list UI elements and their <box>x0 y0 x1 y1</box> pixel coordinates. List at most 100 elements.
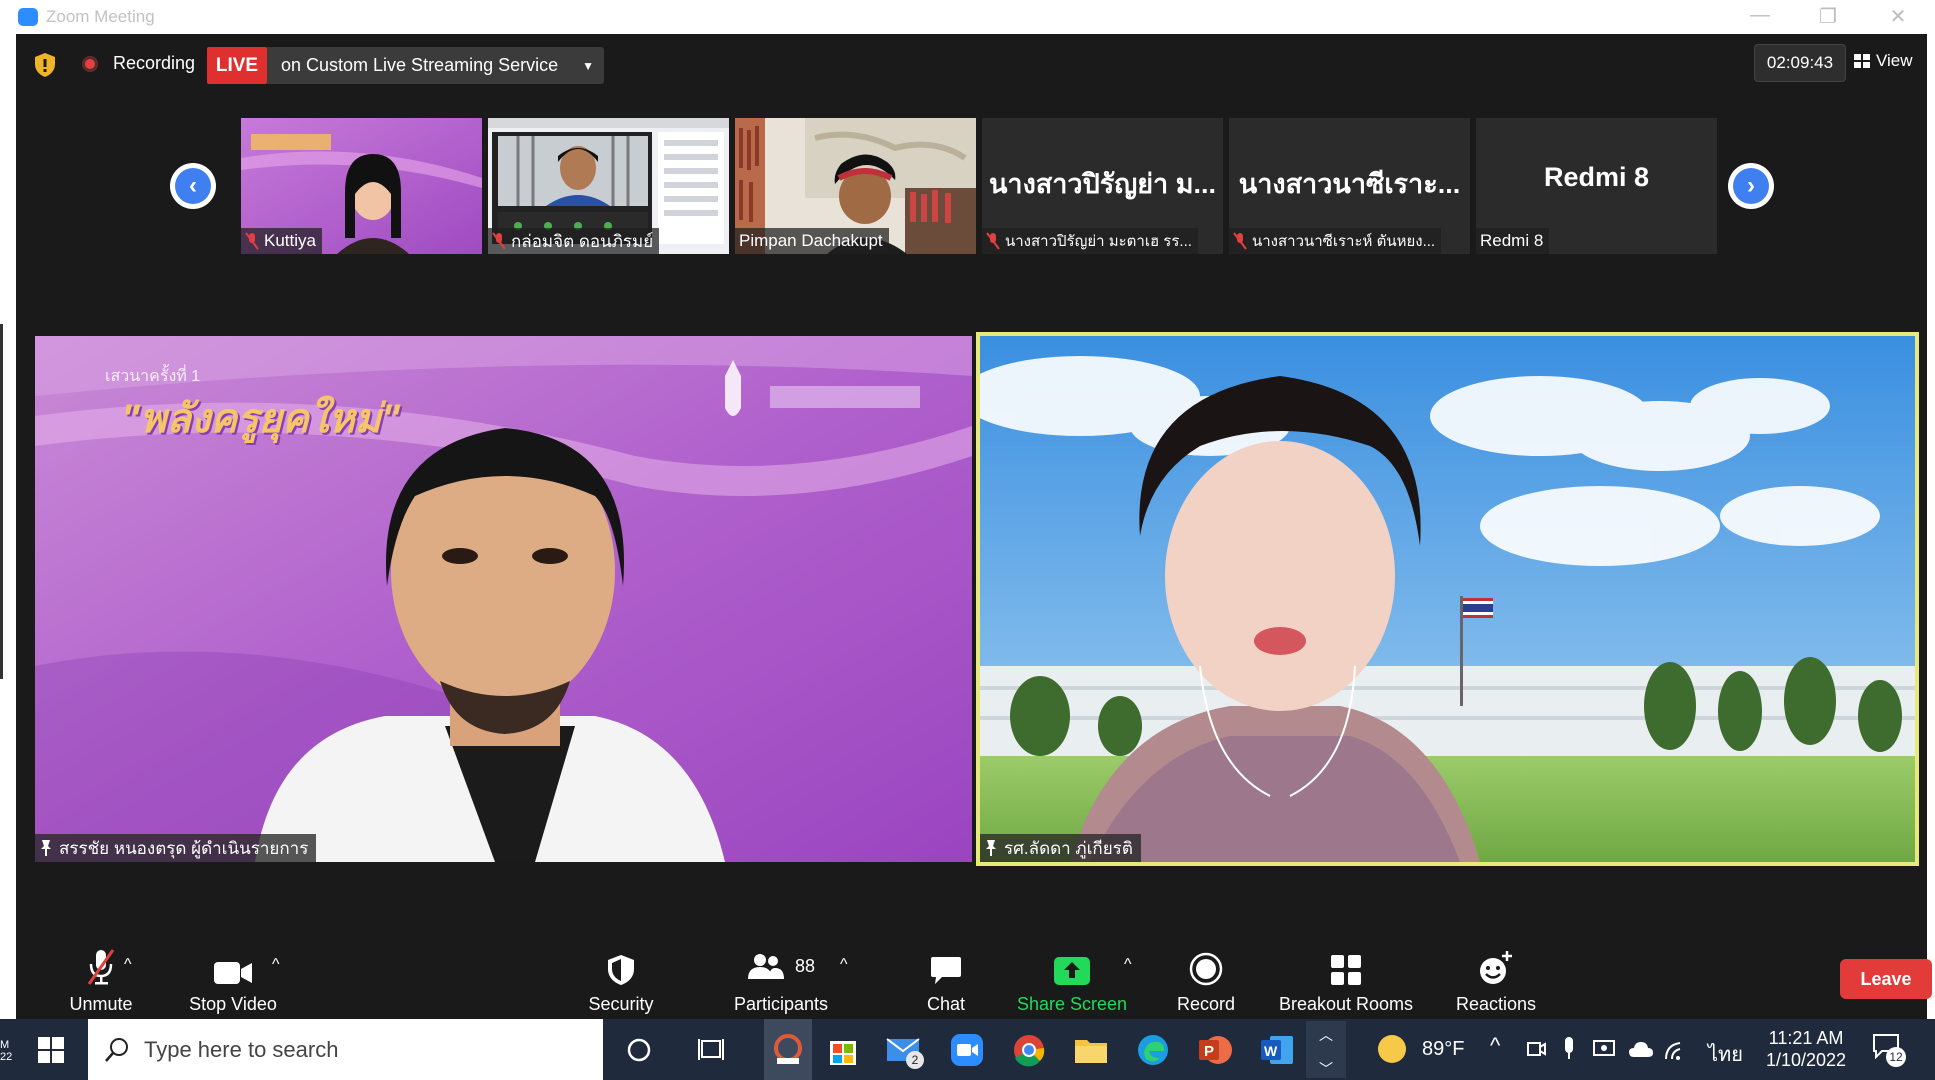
input-language-indicator[interactable]: ไทย <box>1708 1038 1743 1070</box>
mic-muted-icon <box>492 232 506 250</box>
record-label: Record <box>1176 994 1236 1014</box>
participant-thumbnail[interactable]: นางสาวปิรัญย่า ม... นางสาวปิรัญย่า มะตาเ… <box>982 118 1223 254</box>
chat-icon <box>931 957 961 984</box>
mic-muted-icon <box>1233 232 1247 250</box>
reactions-label: Reactions <box>1455 994 1537 1014</box>
background-window-edge-right <box>1927 34 1935 1019</box>
live-streaming-dropdown[interactable]: on Custom Live Streaming Service ▼ <box>267 47 604 84</box>
microphone-tray-icon[interactable] <box>1560 1035 1578 1063</box>
window-title: Zoom Meeting <box>46 7 155 26</box>
share-screen-button[interactable]: Share Screen <box>1002 946 1142 1026</box>
participant-thumbnail[interactable]: Redmi 8 Redmi 8 <box>1476 118 1717 254</box>
live-service-label: on Custom Live Streaming Service <box>281 55 559 75</box>
meeting-area: Recording LIVE on Custom Live Streaming … <box>16 34 1932 1019</box>
search-placeholder: Type here to search <box>144 1036 339 1062</box>
encryption-shield-icon[interactable] <box>34 52 56 78</box>
taskbar-search-box[interactable]: Type here to search <box>88 1019 603 1080</box>
windows-start-icon[interactable] <box>38 1037 64 1063</box>
svg-text:W: W <box>1264 1043 1278 1059</box>
onedrive-cloud-icon[interactable] <box>1628 1039 1654 1059</box>
participant-thumbnail[interactable]: Kuttiya <box>241 118 482 254</box>
next-page-button[interactable]: › <box>1728 163 1774 209</box>
participant-name: รศ.ลัดดา ภู่เกียรติ <box>1004 838 1133 858</box>
participant-name: นางสาวปิรัญย่า มะตาเฮ รร... <box>1005 233 1192 250</box>
participant-name-bar: Pimpan Dachakupt <box>735 228 889 254</box>
task-view-icon[interactable] <box>697 1036 725 1064</box>
video-tile-host[interactable]: เสวนาครั้งที่ 1 "พลังครูยุคใหม่" สรรชัย … <box>35 336 972 862</box>
previous-page-button[interactable]: ‹ <box>170 163 216 209</box>
security-button[interactable]: Security <box>566 946 676 1026</box>
close-button[interactable]: ✕ <box>1878 4 1918 30</box>
recording-label: Recording <box>113 53 196 73</box>
stop-video-label: Stop Video <box>189 994 277 1014</box>
file-explorer-icon[interactable] <box>1072 1031 1110 1069</box>
background-window-mark <box>0 324 3 679</box>
audio-options-caret[interactable]: ^ <box>124 956 132 974</box>
zoom-logo-icon <box>18 8 38 26</box>
share-options-caret[interactable]: ^ <box>1124 956 1132 974</box>
photos-app-icon[interactable] <box>764 1019 812 1080</box>
mic-muted-icon <box>986 232 1000 250</box>
participant-big-name: Redmi 8 <box>1543 162 1650 192</box>
notification-center-button[interactable]: 12 <box>1872 1033 1906 1067</box>
minimize-button[interactable]: — <box>1740 4 1780 30</box>
powerpoint-icon[interactable]: P <box>1196 1031 1234 1069</box>
meeting-timer: 02:09:43 <box>1754 44 1846 82</box>
unmute-button[interactable]: Unmute <box>46 946 156 1026</box>
windows-taskbar: M 22 Type here to search 2 P W ︿ ﹀ 89°F … <box>0 1019 1935 1080</box>
participant-name: กล่อมจิต ดอนภิรมย์ <box>511 231 654 251</box>
view-button[interactable]: View <box>1854 42 1934 80</box>
weather-temperature[interactable]: 89°F <box>1422 1038 1464 1061</box>
meet-now-icon[interactable] <box>1525 1037 1547 1061</box>
participant-video <box>980 336 1915 862</box>
chevron-right-icon: › <box>1733 168 1769 204</box>
taskbar-clock[interactable]: 11:21 AM 1/10/2022 <box>1758 1027 1854 1071</box>
chrome-icon[interactable] <box>1010 1031 1048 1069</box>
clock-date: 1/10/2022 <box>1765 1050 1847 1070</box>
participant-name: สรรชัย หนองตรุด ผู้ดำเนินรายการ <box>59 838 309 858</box>
participant-name-bar: สรรชัย หนองตรุด ผู้ดำเนินรายการ <box>35 834 317 862</box>
reactions-button[interactable]: Reactions <box>1436 946 1556 1026</box>
weather-sun-icon[interactable] <box>1378 1035 1406 1063</box>
wifi-icon[interactable] <box>1664 1037 1690 1061</box>
mail-icon[interactable]: 2 <box>884 1031 924 1069</box>
clock-time: 11:21 AM <box>1768 1028 1844 1048</box>
chat-button[interactable]: Chat <box>896 946 996 1026</box>
taskbar-overflow-scroller[interactable]: ︿ ﹀ <box>1306 1021 1346 1078</box>
breakout-rooms-icon <box>1331 955 1361 985</box>
display-tray-icon[interactable] <box>1592 1037 1616 1061</box>
participants-label: Participants <box>733 994 829 1014</box>
svg-text:P: P <box>1204 1043 1214 1060</box>
participant-name: Pimpan Dachakupt <box>739 231 883 250</box>
video-options-caret[interactable]: ^ <box>272 956 280 974</box>
cortana-icon[interactable] <box>625 1036 653 1064</box>
chevron-down-icon: ﹀ <box>1319 1061 1333 1077</box>
participant-thumbnail[interactable]: นางสาวนาซีเราะ... นางสาวนาซีเราะห์ ตันหย… <box>1229 118 1470 254</box>
mic-muted-icon <box>245 232 259 250</box>
participant-big-name: นางสาวนาซีเราะ... <box>1238 169 1461 199</box>
security-label: Security <box>588 994 654 1014</box>
title-bar: Zoom Meeting — ❐ ✕ <box>0 0 1935 34</box>
word-icon[interactable]: W <box>1258 1031 1296 1069</box>
participant-thumbnail[interactable]: กล่อมจิต ดอนภิรมย์ <box>488 118 729 254</box>
participants-button[interactable]: 88 Participants <box>706 946 856 1026</box>
breakout-rooms-label: Breakout Rooms <box>1278 994 1414 1014</box>
participant-name-bar: Redmi 8 <box>1476 228 1550 254</box>
participant-name-bar: นางสาวปิรัญย่า มะตาเฮ รร... <box>982 228 1198 254</box>
microsoft-store-icon[interactable] <box>824 1031 862 1069</box>
zoom-app-icon[interactable] <box>948 1031 986 1069</box>
breakout-rooms-button[interactable]: Breakout Rooms <box>1266 946 1426 1026</box>
show-hidden-icons-chevron-icon[interactable]: ^ <box>1490 1033 1500 1059</box>
leave-button[interactable]: Leave <box>1840 959 1932 999</box>
chevron-left-icon: ‹ <box>175 168 211 204</box>
restore-button[interactable]: ❐ <box>1808 4 1848 30</box>
edge-browser-icon[interactable] <box>1134 1031 1172 1069</box>
video-tile-active-speaker[interactable]: รศ.ลัดดา ภู่เกียรติ <box>976 332 1919 866</box>
record-button[interactable]: Record <box>1151 946 1261 1026</box>
notification-count-badge: 12 <box>1886 1047 1906 1067</box>
banner-title: "พลังครูยุคใหม่" <box>121 397 401 441</box>
participants-icon <box>747 954 784 979</box>
participant-thumbnail[interactable]: Pimpan Dachakupt <box>735 118 976 254</box>
share-screen-label: Share Screen <box>1016 994 1128 1014</box>
participants-options-caret[interactable]: ^ <box>840 956 848 974</box>
